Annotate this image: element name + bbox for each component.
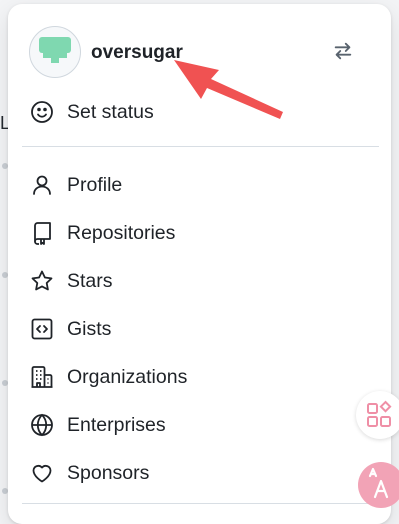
apps-grid-icon — [367, 400, 392, 427]
heart-icon — [32, 465, 52, 483]
menu-item-stars[interactable]: Stars — [8, 259, 391, 303]
organization-icon — [31, 366, 53, 388]
floating-assistant-button[interactable] — [358, 462, 399, 508]
user-menu-panel: oversugar Set status Profile Repositorie… — [8, 4, 391, 524]
menu-item-label: Repositories — [67, 222, 176, 244]
floating-apps-button[interactable] — [356, 391, 399, 439]
menu-divider — [22, 146, 379, 147]
menu-item-label: Set status — [67, 101, 154, 123]
code-square-icon — [31, 318, 53, 340]
menu-divider — [22, 503, 379, 504]
menu-item-gists[interactable]: Gists — [8, 307, 391, 351]
menu-item-label: Sponsors — [67, 462, 150, 484]
person-icon — [33, 175, 51, 195]
menu-item-enterprises[interactable]: Enterprises — [8, 403, 391, 447]
smiley-icon — [31, 101, 53, 123]
globe-icon — [31, 413, 53, 437]
user-menu-header: oversugar — [8, 4, 391, 100]
repo-icon — [34, 222, 51, 245]
menu-item-label: Stars — [67, 270, 113, 292]
switch-account-button[interactable] — [329, 37, 357, 65]
menu-item-label: Organizations — [67, 366, 188, 388]
star-icon — [31, 270, 53, 291]
username[interactable]: oversugar — [91, 42, 183, 64]
menu-item-set-status[interactable]: Set status — [8, 90, 391, 134]
translate-icon — [368, 467, 389, 499]
menu-item-organizations[interactable]: Organizations — [8, 355, 391, 399]
menu-item-label: Enterprises — [67, 414, 166, 436]
menu-item-profile[interactable]: Profile — [8, 163, 391, 207]
arrow-switch-icon — [334, 42, 352, 60]
menu-item-label: Gists — [67, 318, 112, 340]
avatar[interactable] — [29, 26, 81, 78]
menu-item-sponsors[interactable]: Sponsors — [8, 451, 391, 495]
menu-item-repositories[interactable]: Repositories — [8, 211, 391, 255]
menu-item-label: Profile — [67, 174, 123, 196]
